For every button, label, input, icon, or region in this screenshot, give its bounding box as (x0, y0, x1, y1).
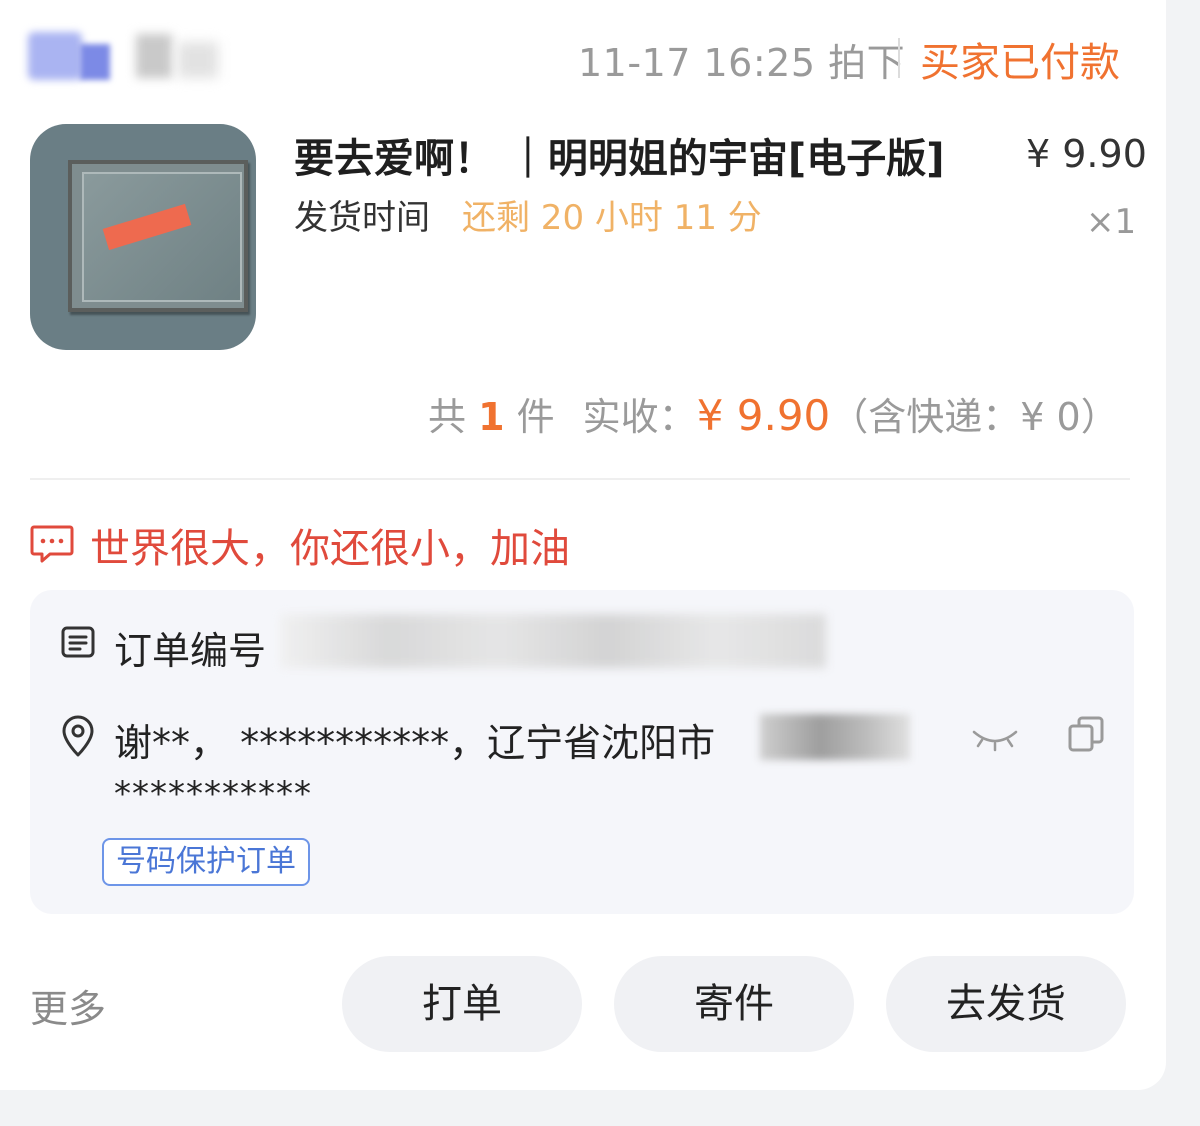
order-status: 买家已付款 (920, 40, 1120, 86)
order-number-label: 订单编号 (114, 629, 267, 673)
divider (30, 478, 1130, 480)
number-protection-badge: 号码保护订单 (102, 838, 310, 886)
order-totals: 共 1 件实收：¥ 9.90（含快递：¥ 0） (428, 386, 1119, 441)
copy-icon[interactable] (1066, 714, 1106, 754)
chat-bubble-icon (30, 525, 74, 563)
product-quantity: ×1 (1086, 202, 1137, 242)
send-parcel-button[interactable]: 寄件 (614, 956, 854, 1052)
ship-time-remaining: 还剩 20 小时 11 分 (462, 198, 762, 238)
received-label: 实收： (582, 395, 697, 439)
order-number-redacted (280, 614, 826, 668)
totals-prefix: 共 (428, 395, 467, 439)
product-title[interactable]: 要去爱啊！ ｜明明姐的宇宙[电子版] (294, 126, 945, 184)
order-card: 11-17 16:25 拍下 买家已付款 要去爱啊！ ｜明明姐的宇宙[电子版] … (0, 0, 1166, 1090)
address-redacted (760, 714, 910, 760)
ship-time-label: 发货时间 (294, 198, 430, 238)
print-order-button[interactable]: 打单 (342, 956, 582, 1052)
order-list-icon (61, 626, 95, 658)
received-amount: ¥ 9.90 (696, 391, 831, 440)
eye-closed-icon[interactable] (970, 724, 1020, 754)
order-info-panel: 订单编号 谢**， ***********，辽宁省沈阳市 ***********… (30, 590, 1134, 914)
buyer-name-redacted (28, 28, 218, 84)
more-button[interactable]: 更多 (30, 978, 106, 1033)
header-divider (898, 38, 900, 78)
totals-unit: 件 (516, 395, 555, 439)
totals-count: 1 (478, 395, 505, 439)
seller-note: 世界很大，你还很小，加油 (90, 526, 570, 572)
address-line-2: *********** (114, 774, 312, 814)
ship-order-button[interactable]: 去发货 (886, 956, 1126, 1052)
product-price: ¥ 9.90 (1026, 132, 1147, 176)
address-line-1: 谢**， ***********，辽宁省沈阳市 (114, 721, 716, 765)
shipping-note: （含快递：¥ 0） (830, 395, 1119, 439)
order-time: 11-17 16:25 拍下 (578, 41, 906, 85)
location-pin-icon (62, 715, 94, 757)
product-thumbnail[interactable] (30, 124, 256, 350)
